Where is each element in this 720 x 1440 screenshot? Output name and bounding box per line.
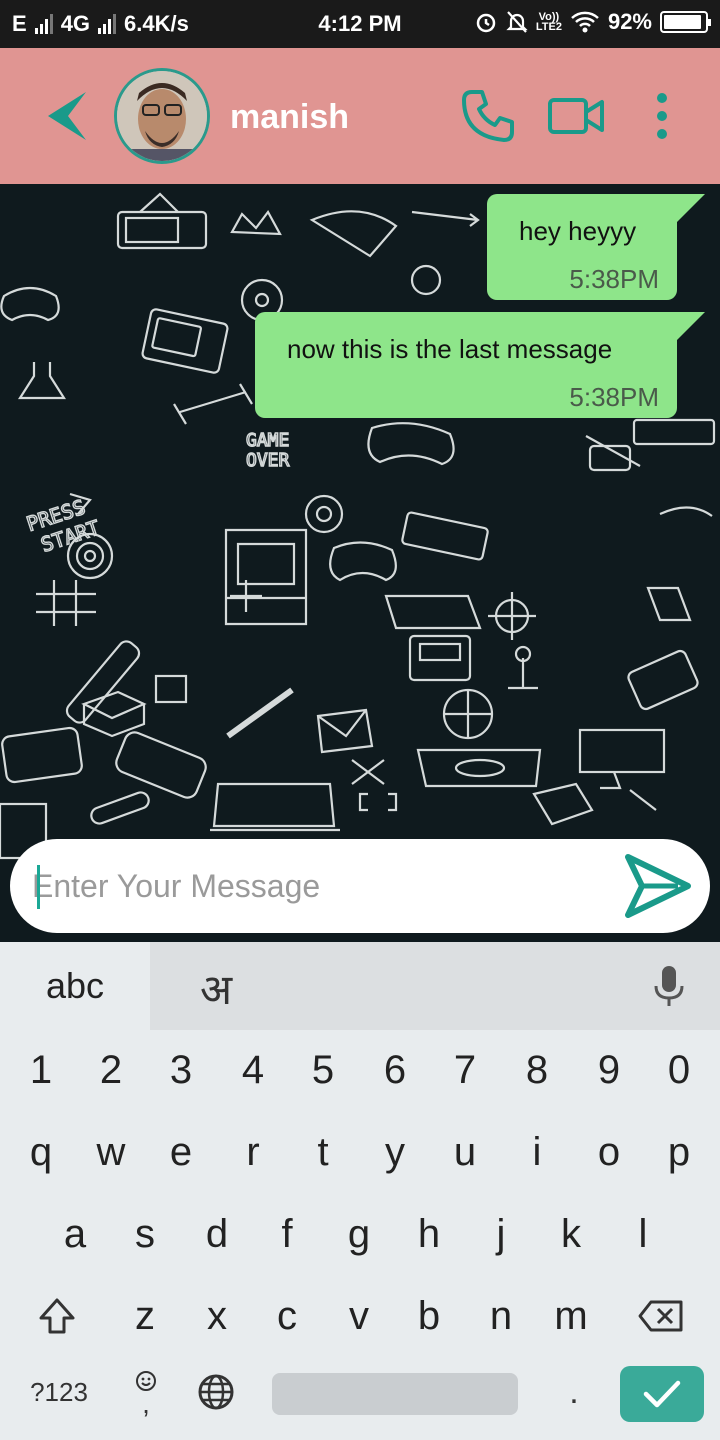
key-m[interactable]: m [536,1276,606,1356]
number-row: 1 2 3 4 5 6 7 8 9 0 [0,1030,720,1110]
key-h[interactable]: h [394,1194,464,1274]
avatar-photo [117,71,207,161]
key-n[interactable]: n [466,1276,536,1356]
message-bubble[interactable]: now this is the last message 5:38PM [255,312,705,418]
symbols-key[interactable]: ?123 [18,1362,100,1422]
text-cursor [37,865,40,909]
soft-keyboard: abc अ 1 2 3 4 5 6 7 8 9 0 q w e r t y u … [0,942,720,1440]
key-2[interactable]: 2 [76,1030,146,1110]
bubble-tail [677,312,705,340]
key-6[interactable]: 6 [360,1030,430,1110]
wifi-icon [571,11,599,33]
svg-text:GAME: GAME [246,430,289,451]
message-text: hey heyyy [519,216,637,246]
key-i[interactable]: i [502,1112,572,1192]
letter-row-2: a s d f g h j k l [0,1194,720,1274]
key-e[interactable]: e [146,1112,216,1192]
emoji-comma-key[interactable]: , [124,1360,168,1426]
send-icon[interactable] [622,851,692,921]
keyboard-mode-abc[interactable]: abc [0,942,150,1030]
video-camera-icon [548,98,604,134]
keyboard-language-hindi[interactable]: अ [150,942,720,1030]
battery-percent: 92% [607,9,652,34]
key-8[interactable]: 8 [502,1030,572,1110]
more-options-button[interactable] [630,84,694,148]
backspace-key[interactable] [626,1276,696,1356]
period-key[interactable]: . [554,1362,594,1422]
keyboard-toolbar: abc अ [0,942,720,1030]
voice-call-button[interactable] [456,84,520,148]
key-1[interactable]: 1 [6,1030,76,1110]
chat-header: manish [0,48,720,184]
svg-text:OVER: OVER [246,450,290,471]
key-g[interactable]: g [324,1194,394,1274]
key-4[interactable]: 4 [218,1030,288,1110]
bubble-tail [677,194,705,222]
microphone-icon[interactable] [652,964,686,1008]
letter-row-3: z x c v b n m [0,1276,720,1356]
message-input[interactable] [28,839,608,933]
key-y[interactable]: y [360,1112,430,1192]
key-l[interactable]: l [608,1194,678,1274]
key-a[interactable]: a [40,1194,110,1274]
battery-icon [660,11,711,33]
message-bubble[interactable]: hey heyyy 5:38PM [487,194,705,300]
key-z[interactable]: z [110,1276,180,1356]
key-x[interactable]: x [182,1276,252,1356]
enter-key[interactable] [620,1366,704,1422]
key-9[interactable]: 9 [574,1030,644,1110]
key-3[interactable]: 3 [146,1030,216,1110]
message-time: 5:38PM [569,264,659,294]
avatar[interactable] [114,68,210,164]
key-t[interactable]: t [288,1112,358,1192]
key-f[interactable]: f [252,1194,322,1274]
key-5[interactable]: 5 [288,1030,358,1110]
key-k[interactable]: k [536,1194,606,1274]
key-r[interactable]: r [218,1112,288,1192]
message-time: 5:38PM [569,382,659,412]
key-d[interactable]: d [182,1194,252,1274]
key-o[interactable]: o [574,1112,644,1192]
key-7[interactable]: 7 [430,1030,500,1110]
status-right: Vo)) LTE2 92% [474,9,711,35]
language-label: अ [200,966,233,1013]
shift-key[interactable] [22,1276,92,1356]
key-0[interactable]: 0 [644,1030,714,1110]
back-arrow-icon[interactable] [44,88,90,144]
globe-icon [198,1374,234,1410]
key-q[interactable]: q [6,1112,76,1192]
backspace-icon [638,1300,683,1332]
key-c[interactable]: c [252,1276,322,1356]
letter-row-1: q w e r t y u i o p [0,1112,720,1192]
language-switch-key[interactable] [194,1362,238,1422]
phone-icon [462,90,514,142]
contact-name[interactable]: manish [230,98,349,137]
key-b[interactable]: b [394,1276,464,1356]
space-bar[interactable] [272,1373,518,1415]
key-p[interactable]: p [644,1112,714,1192]
chat-area[interactable]: GAME OVER PRESS START hey heyyy 5:38PM n… [0,184,720,942]
key-w[interactable]: w [76,1112,146,1192]
key-u[interactable]: u [430,1112,500,1192]
more-vert-icon [657,93,667,139]
message-text: now this is the last message [287,334,613,364]
status-bar: E 4G 6.4K/s 4:12 PM Vo)) LTE2 92% [0,0,720,48]
volte-indicator: Vo)) LTE2 [535,11,562,33]
comma-label: , [142,1388,150,1419]
alarm-icon [476,13,496,33]
checkmark-icon [643,1380,681,1408]
shift-icon [39,1298,75,1334]
message-composer [10,839,710,933]
video-call-button[interactable] [544,84,608,148]
key-j[interactable]: j [466,1194,536,1274]
key-v[interactable]: v [324,1276,394,1356]
notifications-off-icon [506,11,528,33]
key-s[interactable]: s [110,1194,180,1274]
